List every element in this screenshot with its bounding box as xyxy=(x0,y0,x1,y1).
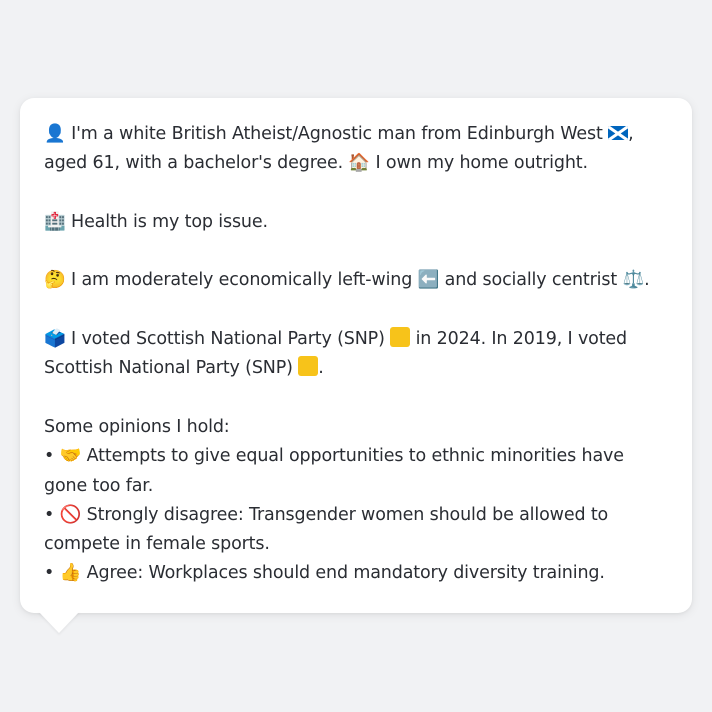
intro-paragraph: 👤 I'm a white British Atheist/Agnostic m… xyxy=(44,120,668,179)
econ-text-c: . xyxy=(644,270,650,291)
no-entry-icon: 🚫 xyxy=(59,504,82,525)
economic-paragraph: 🤔 I am moderately economically left-wing… xyxy=(44,266,668,295)
bullet-icon: • xyxy=(44,504,55,525)
house-icon: 🏠 xyxy=(348,153,371,174)
yellow-square-icon xyxy=(298,356,319,377)
econ-text-a: I am moderately economically left-wing xyxy=(65,270,418,291)
vote-paragraph: 🗳️ I voted Scottish National Party (SNP)… xyxy=(44,325,668,384)
bullet-icon: • xyxy=(44,446,55,467)
opinion-text: Agree: Workplaces should end mandatory d… xyxy=(81,563,605,584)
intro-text-a: I'm a white British Atheist/Agnostic man… xyxy=(71,124,609,144)
thumbs-up-icon: 👍 xyxy=(59,563,82,584)
list-item: • 🚫 Strongly disagree: Transgender women… xyxy=(44,501,668,560)
bubble-tail xyxy=(38,611,80,633)
vote-text-c: . xyxy=(318,358,324,379)
yellow-square-icon xyxy=(390,327,411,348)
list-item: • 👍 Agree: Workplaces should end mandato… xyxy=(44,559,668,588)
vote-text-a: I voted Scottish National Party (SNP) xyxy=(65,329,391,350)
left-arrow-icon: ⬅️ xyxy=(417,270,440,291)
hospital-icon: 🏥 xyxy=(44,211,66,232)
message-body: 👤 I'm a white British Atheist/Agnostic m… xyxy=(44,120,668,589)
opinion-text: Strongly disagree: Transgender women sho… xyxy=(44,504,609,555)
opinion-text: Attempts to give equal opportunities to … xyxy=(44,446,624,496)
scotland-flag-icon xyxy=(608,126,629,140)
scales-icon: ⚖️ xyxy=(622,270,645,291)
thinking-icon: 🤔 xyxy=(44,270,66,291)
chat-message-bubble: 👤 I'm a white British Atheist/Agnostic m… xyxy=(20,98,692,613)
opinions-heading: Some opinions I hold: xyxy=(44,416,230,437)
econ-text-b: and socially centrist xyxy=(439,270,623,291)
health-text: Health is my top issue. xyxy=(65,211,268,232)
bullet-icon: • xyxy=(44,563,55,584)
list-item: • 🤝 Attempts to give equal opportunities… xyxy=(44,442,668,501)
intro-text-c: I own my home outright. xyxy=(370,153,588,174)
person-icon: 👤 xyxy=(44,124,66,144)
health-paragraph: 🏥 Health is my top issue. xyxy=(44,208,668,237)
ballot-icon: 🗳️ xyxy=(44,329,66,350)
handshake-icon: 🤝 xyxy=(59,446,82,467)
